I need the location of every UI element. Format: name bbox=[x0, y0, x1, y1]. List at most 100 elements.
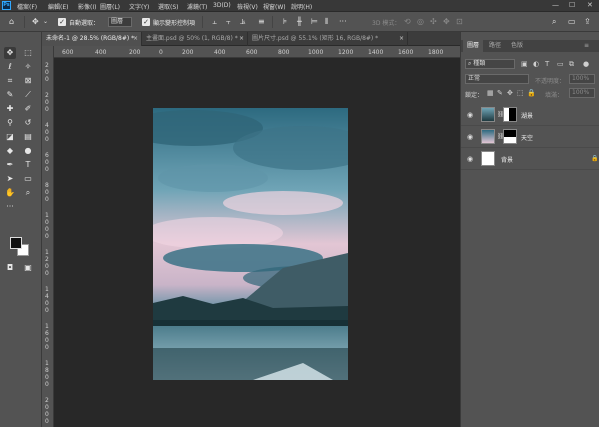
layer-name: 天空 bbox=[521, 135, 534, 142]
show-transform-checkbox[interactable]: ✓ bbox=[142, 18, 150, 26]
fill-input[interactable]: 100% bbox=[569, 88, 595, 98]
close-tab-icon[interactable]: × bbox=[133, 32, 138, 46]
chevron-down-icon[interactable]: ⌄ bbox=[43, 17, 48, 26]
foreground-color-swatch[interactable] bbox=[10, 237, 22, 249]
align-bottom-icon[interactable]: ⫡ bbox=[240, 17, 245, 26]
roll-3d-icon[interactable]: ◎ bbox=[417, 17, 424, 26]
hand-tool-icon[interactable]: ✋ bbox=[4, 187, 16, 199]
type-tool-icon[interactable]: T bbox=[22, 159, 34, 171]
eye-icon[interactable]: ◉ bbox=[467, 133, 473, 141]
move-tool-icon[interactable]: ✥ bbox=[4, 47, 16, 59]
layer-row[interactable]: ◉ ⛓ 天空 bbox=[461, 126, 599, 148]
layer-row[interactable]: ◉ 背景 🔒 bbox=[461, 148, 599, 170]
menu-type[interactable]: 文字(Y) bbox=[129, 2, 149, 11]
more-options-icon[interactable]: ··· bbox=[339, 17, 347, 26]
menu-image[interactable]: 影像(I) bbox=[78, 2, 96, 11]
maximize-icon[interactable]: ☐ bbox=[569, 1, 575, 9]
pan-3d-icon[interactable]: ✣ bbox=[430, 17, 437, 26]
eye-icon[interactable]: ◉ bbox=[467, 155, 473, 163]
distribute-h-icon[interactable]: ⦀ bbox=[325, 17, 329, 26]
menu-layer[interactable]: 圖層(L) bbox=[100, 2, 120, 11]
edit-toolbar-icon[interactable]: ··· bbox=[4, 201, 16, 213]
quick-mask-icon[interactable]: ◘ bbox=[4, 262, 16, 274]
ruler-tool-icon[interactable]: ⟋ bbox=[22, 89, 34, 101]
artboard-tool-icon[interactable]: ⬚ bbox=[22, 47, 34, 59]
filter-adjustment-icon[interactable]: ◐ bbox=[533, 60, 539, 68]
filter-smartobject-icon[interactable]: ⧉ bbox=[569, 60, 574, 69]
menu-3d[interactable]: 3D(D) bbox=[213, 2, 231, 9]
menu-filter[interactable]: 濾鏡(T) bbox=[187, 2, 207, 11]
tab-paths[interactable]: 路徑 bbox=[485, 40, 505, 52]
frame-tool-icon[interactable]: ⊠ bbox=[22, 75, 34, 87]
menu-edit[interactable]: 編輯(E) bbox=[48, 2, 68, 11]
close-icon[interactable]: ✕ bbox=[587, 1, 593, 9]
horizontal-ruler[interactable]: 600 400 200 0 200 400 600 800 1000 1200 … bbox=[42, 46, 460, 58]
shape-tool-icon[interactable]: ▭ bbox=[22, 173, 34, 185]
lock-artboard-icon[interactable]: ⬚ bbox=[517, 89, 524, 97]
lock-all-icon[interactable]: 🔒 bbox=[527, 89, 536, 97]
filter-toggle-icon[interactable]: ● bbox=[583, 60, 589, 68]
tab-layers[interactable]: 圖層 bbox=[463, 40, 484, 52]
menu-help[interactable]: 說明(H) bbox=[291, 2, 312, 11]
blend-mode-dropdown[interactable]: 正常 bbox=[465, 74, 529, 84]
panel-menu-icon[interactable]: ≡ bbox=[584, 40, 589, 52]
opacity-input[interactable]: 100% bbox=[569, 74, 595, 84]
auto-select-checkbox[interactable]: ✓ bbox=[58, 18, 66, 26]
pen-tool-icon[interactable]: ✒ bbox=[4, 159, 16, 171]
history-brush-icon[interactable]: ↺ bbox=[22, 117, 34, 129]
share-icon[interactable]: ⇪ bbox=[584, 17, 591, 26]
home-icon[interactable]: ⌂ bbox=[9, 17, 14, 26]
align-right-icon[interactable]: ⊨ bbox=[311, 17, 318, 26]
lock-transparent-icon[interactable]: ▦ bbox=[487, 89, 494, 97]
healing-brush-icon[interactable]: ✚ bbox=[4, 103, 16, 115]
eraser-tool-icon[interactable]: ◪ bbox=[4, 131, 16, 143]
menu-file[interactable]: 檔案(F) bbox=[17, 2, 37, 11]
lock-position-icon[interactable]: ✥ bbox=[507, 89, 513, 97]
magic-wand-icon[interactable]: ✧ bbox=[22, 61, 34, 73]
gradient-tool-icon[interactable]: ▤ bbox=[22, 131, 34, 143]
layer-row[interactable]: ◉ ⛓ 湖景 bbox=[461, 104, 599, 126]
align-left-icon[interactable]: ⊧ bbox=[283, 17, 287, 26]
scale-3d-icon[interactable]: ⊡ bbox=[456, 17, 463, 26]
layer-mask-thumbnail[interactable] bbox=[503, 107, 517, 122]
eye-icon[interactable]: ◉ bbox=[467, 111, 473, 119]
menu-view[interactable]: 檢視(V) bbox=[237, 2, 258, 11]
eyedropper-icon[interactable]: ✎ bbox=[4, 89, 16, 101]
kind-filter-dropdown[interactable]: ⌕ 種類 bbox=[465, 59, 515, 69]
close-tab-icon[interactable]: × bbox=[239, 32, 244, 46]
filter-image-icon[interactable]: ▣ bbox=[521, 60, 528, 68]
align-hcenter-icon[interactable]: ╫ bbox=[297, 17, 302, 26]
tab-document-3[interactable]: 圖片尺寸.psd @ 55.1% (矩形 16, RGB/8#) * × bbox=[248, 32, 408, 46]
lock-pixels-icon[interactable]: ✎ bbox=[497, 89, 503, 97]
dodge-tool-icon[interactable]: ● bbox=[22, 145, 34, 157]
search-icon[interactable]: ⌕ bbox=[552, 17, 556, 26]
brush-tool-icon[interactable]: ✐ bbox=[22, 103, 34, 115]
filter-type-icon[interactable]: T bbox=[545, 60, 549, 68]
auto-select-dropdown[interactable]: 圖層 bbox=[108, 17, 132, 27]
menu-window[interactable]: 視窗(W) bbox=[263, 2, 286, 11]
blur-tool-icon[interactable]: ◆ bbox=[4, 145, 16, 157]
filter-shape-icon[interactable]: ▭ bbox=[557, 60, 564, 68]
workspace-icon[interactable]: ▭ bbox=[568, 17, 576, 26]
tab-document-1[interactable]: 未命名-1 @ 28.5% (RGB/8#) * × bbox=[42, 32, 142, 46]
slide-3d-icon[interactable]: ✥ bbox=[443, 17, 450, 26]
clone-stamp-icon[interactable]: ⚲ bbox=[4, 117, 16, 129]
layer-mask-thumbnail[interactable] bbox=[503, 129, 517, 144]
document-canvas[interactable] bbox=[153, 108, 348, 380]
minimize-icon[interactable]: — bbox=[552, 1, 559, 9]
lasso-tool-icon[interactable]: ℓ bbox=[4, 61, 16, 73]
crop-tool-icon[interactable]: ⌗ bbox=[4, 75, 16, 87]
tab-channels[interactable]: 色版 bbox=[507, 40, 527, 52]
path-selection-icon[interactable]: ➤ bbox=[4, 173, 16, 185]
screen-mode-icon[interactable]: ▣ bbox=[22, 262, 34, 274]
tab-document-2[interactable]: 主畫面.psd @ 50% (1, RGB/8) * × bbox=[142, 32, 248, 46]
orbit-3d-icon[interactable]: ⟲ bbox=[404, 17, 411, 26]
menu-select[interactable]: 選取(S) bbox=[158, 2, 179, 11]
align-top-icon[interactable]: ⫠ bbox=[212, 17, 217, 26]
align-vcenter-icon[interactable]: ⫟ bbox=[226, 17, 231, 26]
distribute-icon[interactable]: ≡ bbox=[258, 17, 265, 26]
vertical-ruler[interactable]: 2 0 0 2 0 0 4 0 0 6 0 0 8 0 0 1 0 0 0 1 … bbox=[42, 46, 54, 427]
close-tab-icon[interactable]: × bbox=[399, 32, 404, 46]
move-tool-icon[interactable]: ✥ bbox=[32, 17, 39, 26]
zoom-tool-icon[interactable]: ⌕ bbox=[22, 187, 34, 199]
